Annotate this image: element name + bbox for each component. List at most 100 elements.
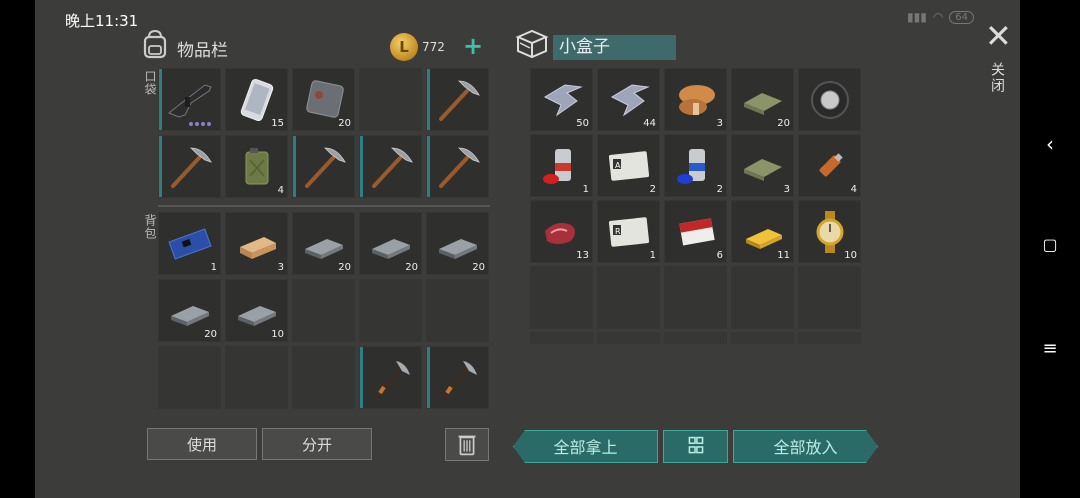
- container-slot[interactable]: A2: [597, 134, 660, 197]
- status-icons: ▮▮▮ ◠ 64: [907, 10, 975, 24]
- pocket-slot[interactable]: [292, 135, 355, 198]
- item-quantity: 3: [716, 118, 723, 129]
- container-slot[interactable]: [664, 266, 727, 329]
- backpack-slot[interactable]: [158, 346, 221, 409]
- put-all-button[interactable]: 全部放入: [733, 430, 878, 463]
- wood-plank-icon: [240, 237, 276, 259]
- box-icon: [515, 29, 549, 59]
- backpack-slot[interactable]: 20: [426, 212, 489, 275]
- container-slot[interactable]: 3: [731, 134, 794, 197]
- backpack-slot[interactable]: 20: [359, 212, 422, 275]
- pocket-slot[interactable]: [158, 135, 221, 198]
- backpack-slot[interactable]: [359, 346, 422, 409]
- container-slot[interactable]: [597, 266, 660, 329]
- trash-icon: [458, 435, 476, 456]
- container-slot[interactable]: 6: [664, 200, 727, 263]
- backpack-slot[interactable]: [225, 346, 288, 409]
- usb-drive-icon: [819, 153, 843, 177]
- add-coins-button[interactable]: +: [463, 32, 483, 60]
- item-quantity: 4: [277, 185, 284, 196]
- menu-nav-icon[interactable]: ≡: [1020, 338, 1080, 359]
- pocket-slot[interactable]: 15: [225, 68, 288, 131]
- inventory-title: 物品栏: [177, 41, 228, 61]
- backpack-slot[interactable]: 20: [158, 279, 221, 342]
- coin-count: 772: [422, 40, 445, 54]
- close-label[interactable]: 关闭: [987, 62, 1007, 94]
- android-nav-bar: ‹ ▢ ≡: [1020, 0, 1080, 498]
- backpack-slot[interactable]: [426, 279, 489, 342]
- item-quantity: 2: [649, 184, 656, 195]
- container-slot[interactable]: 1: [530, 134, 593, 197]
- container-slot[interactable]: 3: [664, 68, 727, 131]
- backpack-slot[interactable]: 1: [158, 212, 221, 275]
- pocket-slot[interactable]: [359, 135, 422, 198]
- backpack-slot[interactable]: [292, 346, 355, 409]
- container-slot[interactable]: [798, 266, 861, 329]
- close-icon[interactable]: ✕: [985, 20, 1012, 52]
- pocket-slot[interactable]: [359, 68, 422, 131]
- container-slot[interactable]: 11: [731, 200, 794, 263]
- container-slot[interactable]: 4: [798, 134, 861, 197]
- item-quantity: 15: [271, 118, 284, 129]
- coin-icon: L: [390, 33, 418, 61]
- pickaxe-icon: [372, 147, 413, 188]
- jerrycan-icon: [245, 148, 269, 185]
- hatchet-icon: [443, 361, 477, 399]
- pocket-slot[interactable]: 4: [225, 135, 288, 198]
- container-slot[interactable]: [731, 266, 794, 329]
- container-slot[interactable]: [597, 332, 660, 344]
- container-slot[interactable]: R1: [597, 200, 660, 263]
- backpack-label: 背包: [143, 214, 157, 240]
- item-quantity: 4: [850, 184, 857, 195]
- wifi-icon: ◠: [932, 10, 944, 24]
- container-slot[interactable]: [530, 332, 593, 344]
- mushroom-icon: [679, 85, 715, 115]
- tire-icon: [811, 81, 849, 119]
- grid-icon: [688, 436, 704, 454]
- battery-icon: 64: [949, 10, 975, 24]
- take-all-button[interactable]: 全部拿上: [513, 430, 658, 463]
- use-button[interactable]: 使用: [147, 428, 257, 460]
- item-quantity: 20: [204, 329, 217, 340]
- item-quantity: 10: [844, 250, 857, 261]
- pickaxe-icon: [305, 147, 346, 188]
- container-slot[interactable]: [798, 332, 861, 344]
- spray-paint-blue-icon: [677, 149, 705, 184]
- backpack-slot[interactable]: 20: [292, 212, 355, 275]
- item-quantity: 20: [777, 118, 790, 129]
- back-nav-icon[interactable]: ‹: [1020, 132, 1080, 156]
- backpack-slot[interactable]: 10: [225, 279, 288, 342]
- army-card-a-icon: A: [608, 151, 650, 181]
- container-slot[interactable]: [530, 266, 593, 329]
- pocket-slot[interactable]: 20: [292, 68, 355, 131]
- pocket-slot[interactable]: [426, 135, 489, 198]
- container-slot[interactable]: 20: [731, 68, 794, 131]
- hatchet-icon: [376, 361, 410, 399]
- container-slot[interactable]: [664, 332, 727, 344]
- backpack-slot[interactable]: [292, 279, 355, 342]
- container-slot[interactable]: 50: [530, 68, 593, 131]
- pickaxe-icon: [171, 147, 212, 188]
- pocket-slot[interactable]: [158, 68, 221, 131]
- container-slot[interactable]: 13: [530, 200, 593, 263]
- split-button[interactable]: 分开: [262, 428, 372, 460]
- container-slot[interactable]: 10: [798, 200, 861, 263]
- container-slot[interactable]: 2: [664, 134, 727, 197]
- container-slot[interactable]: 44: [597, 68, 660, 131]
- trash-button[interactable]: [445, 428, 489, 461]
- container-slot[interactable]: [798, 68, 861, 131]
- item-quantity: 44: [643, 118, 656, 129]
- sort-button[interactable]: [663, 430, 728, 463]
- item-quantity: 1: [582, 184, 589, 195]
- home-nav-icon[interactable]: ▢: [1020, 235, 1080, 254]
- cigarette-pack-icon: [679, 218, 715, 246]
- game-screen: 晚上11:31 ▮▮▮ ◠ 64 物品栏 L 772 + 口袋 背包 15 20 4…: [35, 0, 1020, 498]
- backpack-slot[interactable]: [359, 279, 422, 342]
- pickaxe-icon: [439, 147, 480, 188]
- item-quantity: 20: [405, 262, 418, 273]
- backpack-slot[interactable]: 3: [225, 212, 288, 275]
- pocket-slot[interactable]: [426, 68, 489, 131]
- container-slot[interactable]: [731, 332, 794, 344]
- backpack-slot[interactable]: [426, 346, 489, 409]
- item-quantity: 2: [716, 184, 723, 195]
